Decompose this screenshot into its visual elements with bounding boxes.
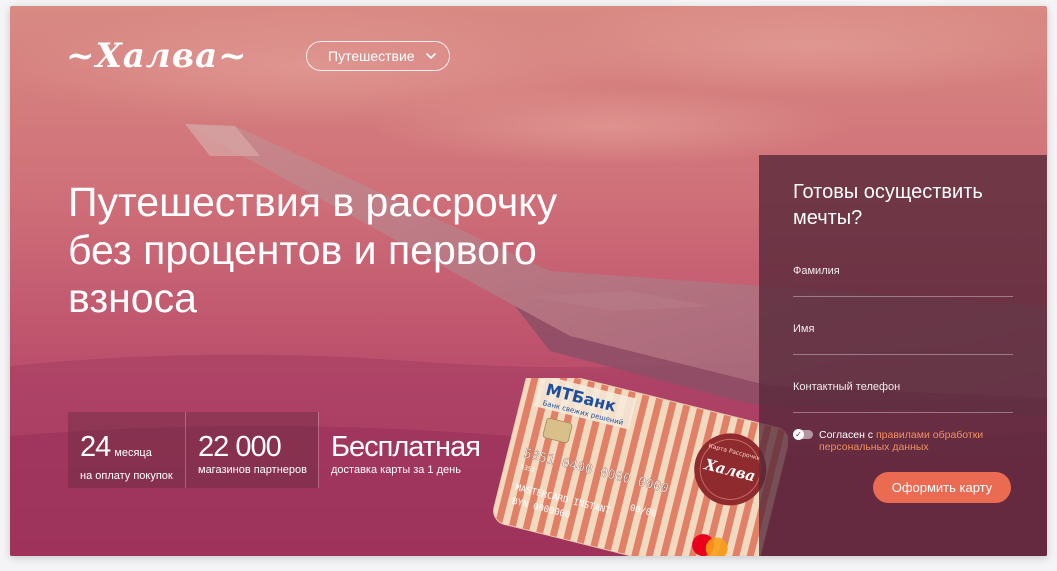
stat-value: 24	[80, 431, 111, 463]
halva-logo[interactable]: ~Халва~	[66, 36, 248, 76]
first-name-field[interactable]: Имя	[793, 315, 1017, 373]
chevron-down-icon	[426, 53, 436, 60]
stat-value: Бесплатная	[331, 431, 481, 463]
stat-caption: на оплату покупок	[80, 470, 173, 482]
hero-headline-line: без процентов и первого	[68, 227, 537, 273]
phone-input[interactable]	[793, 373, 1017, 413]
stat-caption: доставка карты за 1 день	[331, 464, 461, 476]
hero-section: ~Халва~ Путешествие Путешествия в рассро…	[10, 6, 1047, 556]
stat-installment-months: 24 месяца на оплату покупок	[68, 412, 185, 488]
stat-free-delivery: Бесплатная доставка карты за 1 день	[318, 412, 496, 488]
form-title: Готовы осуществить мечты?	[793, 181, 983, 229]
stat-unit: месяца	[114, 447, 152, 459]
stat-partner-stores: 22 000 магазинов партнеров	[185, 412, 318, 488]
hero-headline-line: Путешествия в рассрочку	[68, 179, 558, 225]
first-name-input[interactable]	[793, 315, 1017, 355]
hero-headline-line: взноса	[68, 275, 197, 321]
card-graphic: МТБанк Банк свежих решений 5351 0400 000…	[490, 368, 789, 556]
field-underline	[793, 412, 1013, 413]
field-underline	[793, 296, 1013, 297]
category-dropdown[interactable]: Путешествие	[306, 41, 450, 71]
consent-toggle[interactable]: ✓	[793, 429, 813, 440]
hero-headline: Путешествия в рассрочку без процентов и …	[68, 178, 628, 322]
category-dropdown-label: Путешествие	[328, 48, 415, 64]
surname-input[interactable]	[793, 257, 1017, 297]
stat-value: 22 000	[198, 431, 282, 463]
consent-row: ✓ Согласен с правилами обработки персона…	[793, 429, 1013, 453]
field-underline	[793, 354, 1013, 355]
halva-card-image: МТБанк Банк свежих решений 5351 0400 000…	[488, 368, 789, 556]
surname-field[interactable]: Фамилия	[793, 257, 1017, 315]
phone-field[interactable]: Контактный телефон	[793, 373, 1017, 431]
consent-text: Согласен с	[819, 429, 874, 441]
submit-application-button[interactable]: Оформить карту	[873, 472, 1011, 503]
stat-caption: магазинов партнеров	[198, 464, 307, 476]
application-form-panel: Готовы осуществить мечты? Фамилия Имя Ко…	[759, 155, 1047, 556]
check-icon: ✓	[793, 429, 804, 440]
stats-strip: 24 месяца на оплату покупок 22 000 магази…	[68, 412, 496, 488]
